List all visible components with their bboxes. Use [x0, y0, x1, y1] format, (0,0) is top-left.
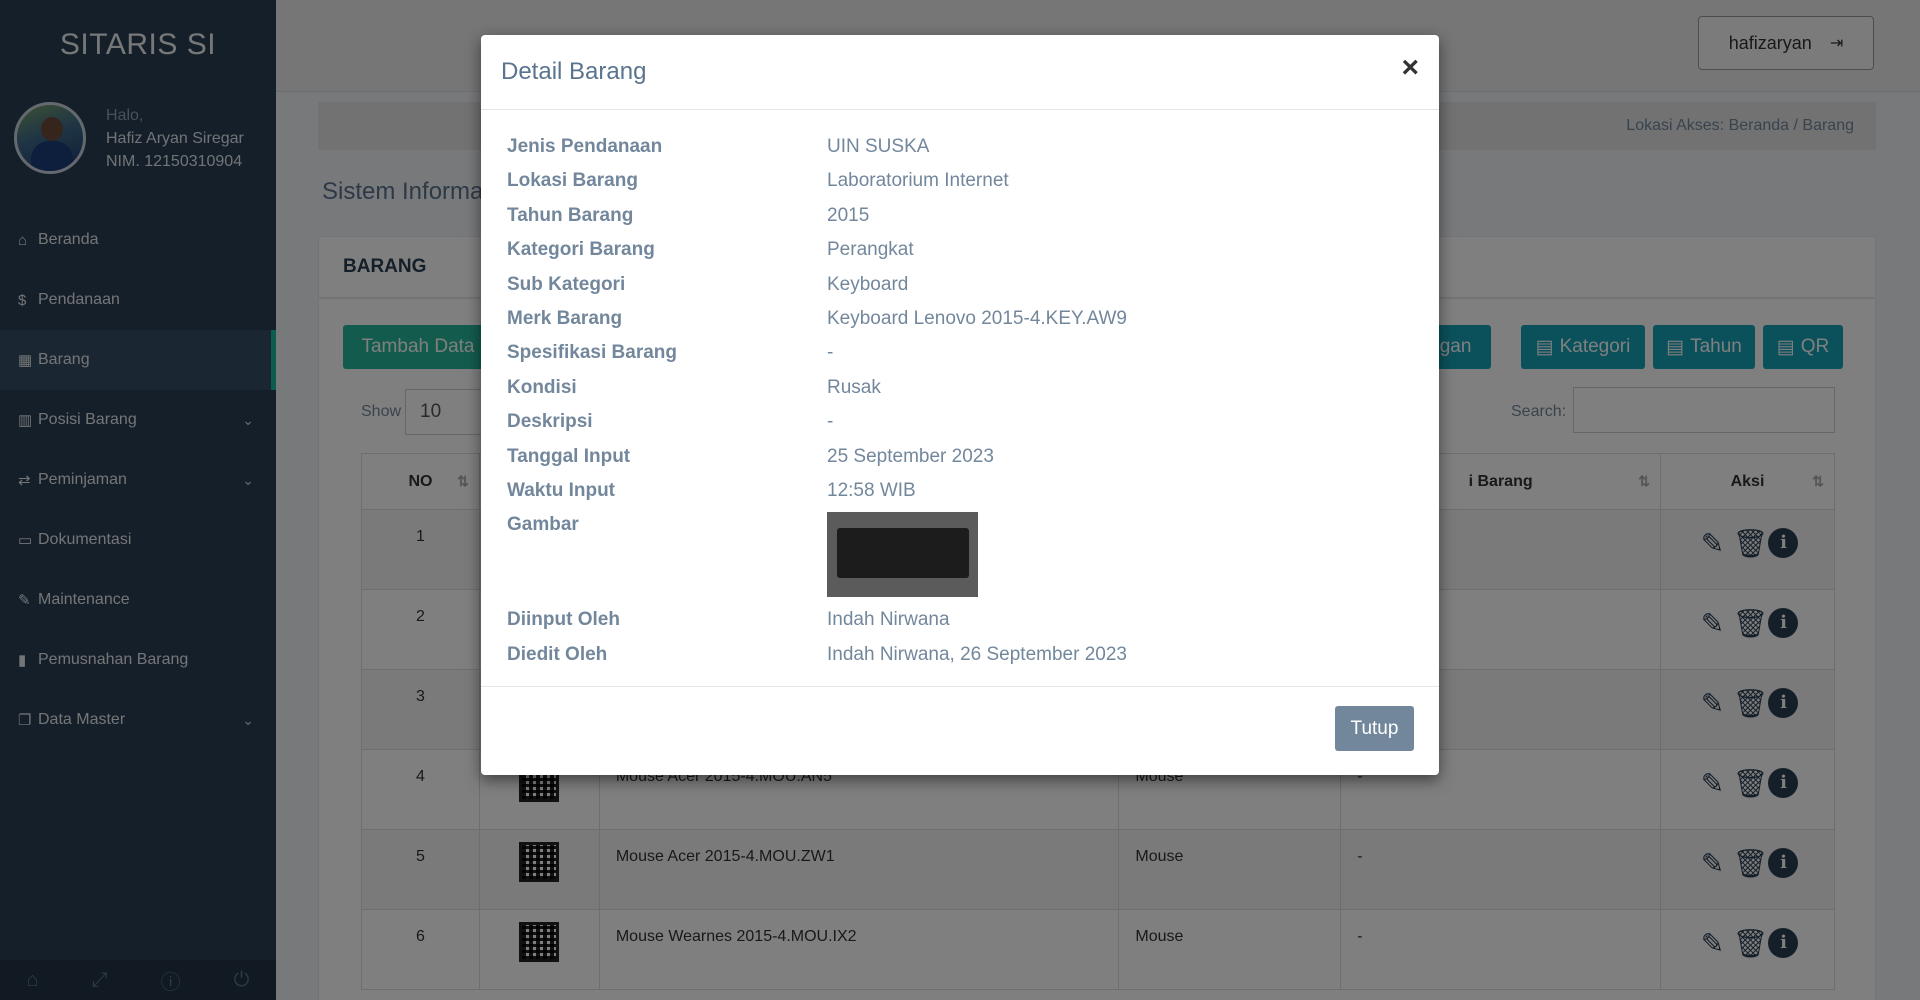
detail-value: 2015: [827, 204, 870, 226]
detail-label: Sub Kategori: [507, 273, 626, 295]
detail-value: 25 September 2023: [827, 445, 994, 467]
detail-value: Indah Nirwana, 26 September 2023: [827, 643, 1127, 665]
detail-label: Jenis Pendanaan: [507, 136, 663, 157]
detail-row-tanggal-input: Tanggal Input 25 September 2023: [507, 440, 1413, 474]
detail-barang-modal: Detail Barang × Jenis Pendanaan UIN SUSKA…: [481, 35, 1439, 775]
detail-label: Deskripsi: [507, 411, 593, 433]
detail-value: UIN SUSKA: [827, 136, 930, 157]
detail-row-kategori-barang: Kategori Barang Perangkat: [507, 233, 1413, 267]
detail-row-lokasi-barang: Lokasi Barang Laboratorium Internet: [507, 164, 1413, 198]
detail-row-gambar: Gambar: [507, 508, 1413, 603]
detail-row-waktu-input: Waktu Input 12:58 WIB: [507, 474, 1413, 508]
detail-value: 12:58 WIB: [827, 480, 916, 502]
detail-label: Tahun Barang: [507, 204, 634, 226]
detail-row-jenis-pendanaan: Jenis Pendanaan UIN SUSKA: [507, 130, 1413, 164]
detail-row-merk-barang: Merk Barang Keyboard Lenovo 2015-4.KEY.AW…: [507, 302, 1413, 336]
modal-footer: Tutup: [481, 686, 1439, 775]
detail-value: Rusak: [827, 376, 881, 398]
detail-value: Perangkat: [827, 239, 914, 261]
modal-header: Detail Barang ×: [481, 35, 1439, 110]
close-button[interactable]: Tutup: [1335, 706, 1414, 751]
detail-row-tahun-barang: Tahun Barang 2015: [507, 199, 1413, 233]
modal-title: Detail Barang: [501, 58, 647, 85]
detail-label: Waktu Input: [507, 480, 615, 502]
detail-label: Tanggal Input: [507, 445, 631, 467]
detail-label: Diinput Oleh: [507, 609, 620, 631]
detail-value: -: [827, 411, 834, 433]
detail-label: Kondisi: [507, 376, 577, 398]
detail-row-sub-kategori: Sub Kategori Keyboard: [507, 268, 1413, 302]
detail-value: Keyboard: [827, 273, 909, 295]
item-photo[interactable]: [827, 512, 978, 598]
detail-value: -: [827, 342, 834, 364]
close-icon[interactable]: ×: [1401, 53, 1419, 83]
detail-label: Kategori Barang: [507, 239, 655, 261]
detail-list: Jenis Pendanaan UIN SUSKA Lokasi Barang Lab…: [481, 110, 1439, 672]
detail-value: Laboratorium Internet: [827, 170, 1009, 192]
detail-label: Spesifikasi Barang: [507, 342, 678, 364]
detail-row-diinput-oleh: Diinput Oleh Indah Nirwana: [507, 603, 1413, 637]
detail-value: Keyboard Lenovo 2015-4.KEY.AW9: [827, 308, 1127, 330]
detail-row-deskripsi: Deskripsi -: [507, 405, 1413, 439]
detail-row-kondisi: Kondisi Rusak: [507, 371, 1413, 405]
keyboard-image: [837, 528, 969, 579]
detail-label: Diedit Oleh: [507, 643, 608, 665]
detail-label: Merk Barang: [507, 308, 623, 330]
detail-label: Lokasi Barang: [507, 170, 638, 192]
detail-row-spesifikasi-barang: Spesifikasi Barang -: [507, 336, 1413, 370]
detail-label: Gambar: [507, 514, 579, 536]
detail-value: Indah Nirwana: [827, 609, 950, 631]
detail-row-diedit-oleh: Diedit Oleh Indah Nirwana, 26 September 2…: [507, 638, 1413, 672]
